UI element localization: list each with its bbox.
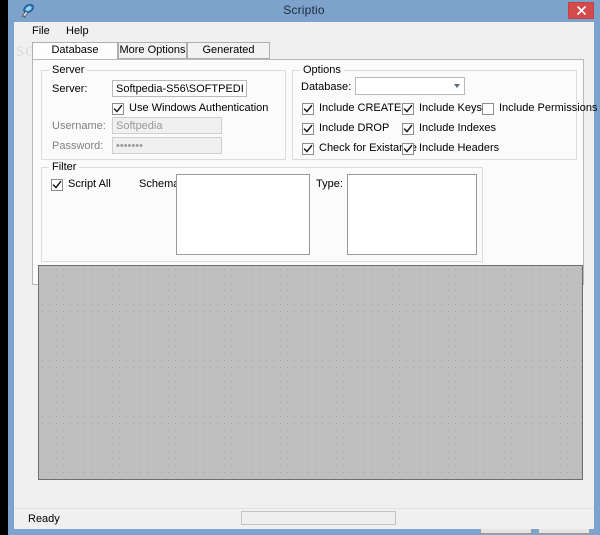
progress-bar <box>241 511 396 525</box>
username-input[interactable] <box>112 117 222 134</box>
chevron-down-icon <box>454 84 460 88</box>
password-label: Password: <box>52 140 104 152</box>
checkbox-label: Use Windows Authentication <box>129 102 269 114</box>
menu-bar: File Help <box>14 22 594 40</box>
checkbox-label: Script All <box>68 178 111 190</box>
filter-group: Filter Script All Schema: Type: <box>41 161 483 262</box>
server-group: Server Server: Use Windows Authenticatio… <box>41 64 286 160</box>
filter-group-title: Filter <box>49 161 80 173</box>
username-label: Username: <box>52 120 106 132</box>
server-group-title: Server <box>49 64 88 76</box>
options-group: Options Database: Include CREATE Include… <box>292 64 597 160</box>
tab-strip: Database Objects More Options Generated … <box>32 42 584 71</box>
tab-database-objects[interactable]: Database Objects <box>32 42 118 71</box>
app-window: Scriptio SOFTPEDIA www.softpedia.com Fil… <box>8 0 600 535</box>
checkbox-label: Include DROP <box>319 122 390 134</box>
database-select[interactable] <box>355 77 465 95</box>
status-text: Ready <box>28 513 60 525</box>
checkbox-label: Include Indexes <box>419 122 497 134</box>
checkbox-box <box>112 103 124 115</box>
tab-more-options[interactable]: More Options <box>118 42 187 59</box>
checkbox-box <box>402 143 414 155</box>
status-bar: Ready <box>14 508 594 529</box>
server-input[interactable] <box>112 80 247 97</box>
password-input[interactable] <box>112 137 222 154</box>
checkbox-label: Include Headers <box>419 142 500 154</box>
checkbox-box <box>51 179 63 191</box>
window-title: Scriptio <box>283 3 325 17</box>
script-output-panel[interactable] <box>38 265 583 480</box>
close-icon[interactable] <box>568 2 594 19</box>
checkbox-box <box>302 123 314 135</box>
schema-listbox[interactable] <box>176 174 310 255</box>
client-area: SOFTPEDIA www.softpedia.com File Help Da… <box>14 22 597 534</box>
menu-item-help[interactable]: Help <box>62 25 93 37</box>
checkbox-label: Include Keys <box>419 102 482 114</box>
title-bar[interactable]: Scriptio <box>8 0 600 22</box>
checkbox-box <box>402 103 414 115</box>
options-group-title: Options <box>300 64 344 76</box>
tab-panel-database-objects: Server Server: Use Windows Authenticatio… <box>32 59 597 285</box>
menu-item-file[interactable]: File <box>28 25 54 37</box>
checkbox-box <box>402 123 414 135</box>
checkbox-label: Include CREATE <box>319 102 402 114</box>
checkbox-box <box>302 103 314 115</box>
server-label: Server: <box>52 83 88 95</box>
database-label: Database: <box>301 81 352 93</box>
checkbox-box <box>482 103 494 115</box>
checkbox-box <box>302 143 314 155</box>
checkbox-label: Include Permissions <box>499 102 598 114</box>
type-listbox[interactable] <box>347 174 477 255</box>
type-label: Type: <box>316 178 343 190</box>
tab-generated-script[interactable]: Generated Script <box>187 42 270 71</box>
